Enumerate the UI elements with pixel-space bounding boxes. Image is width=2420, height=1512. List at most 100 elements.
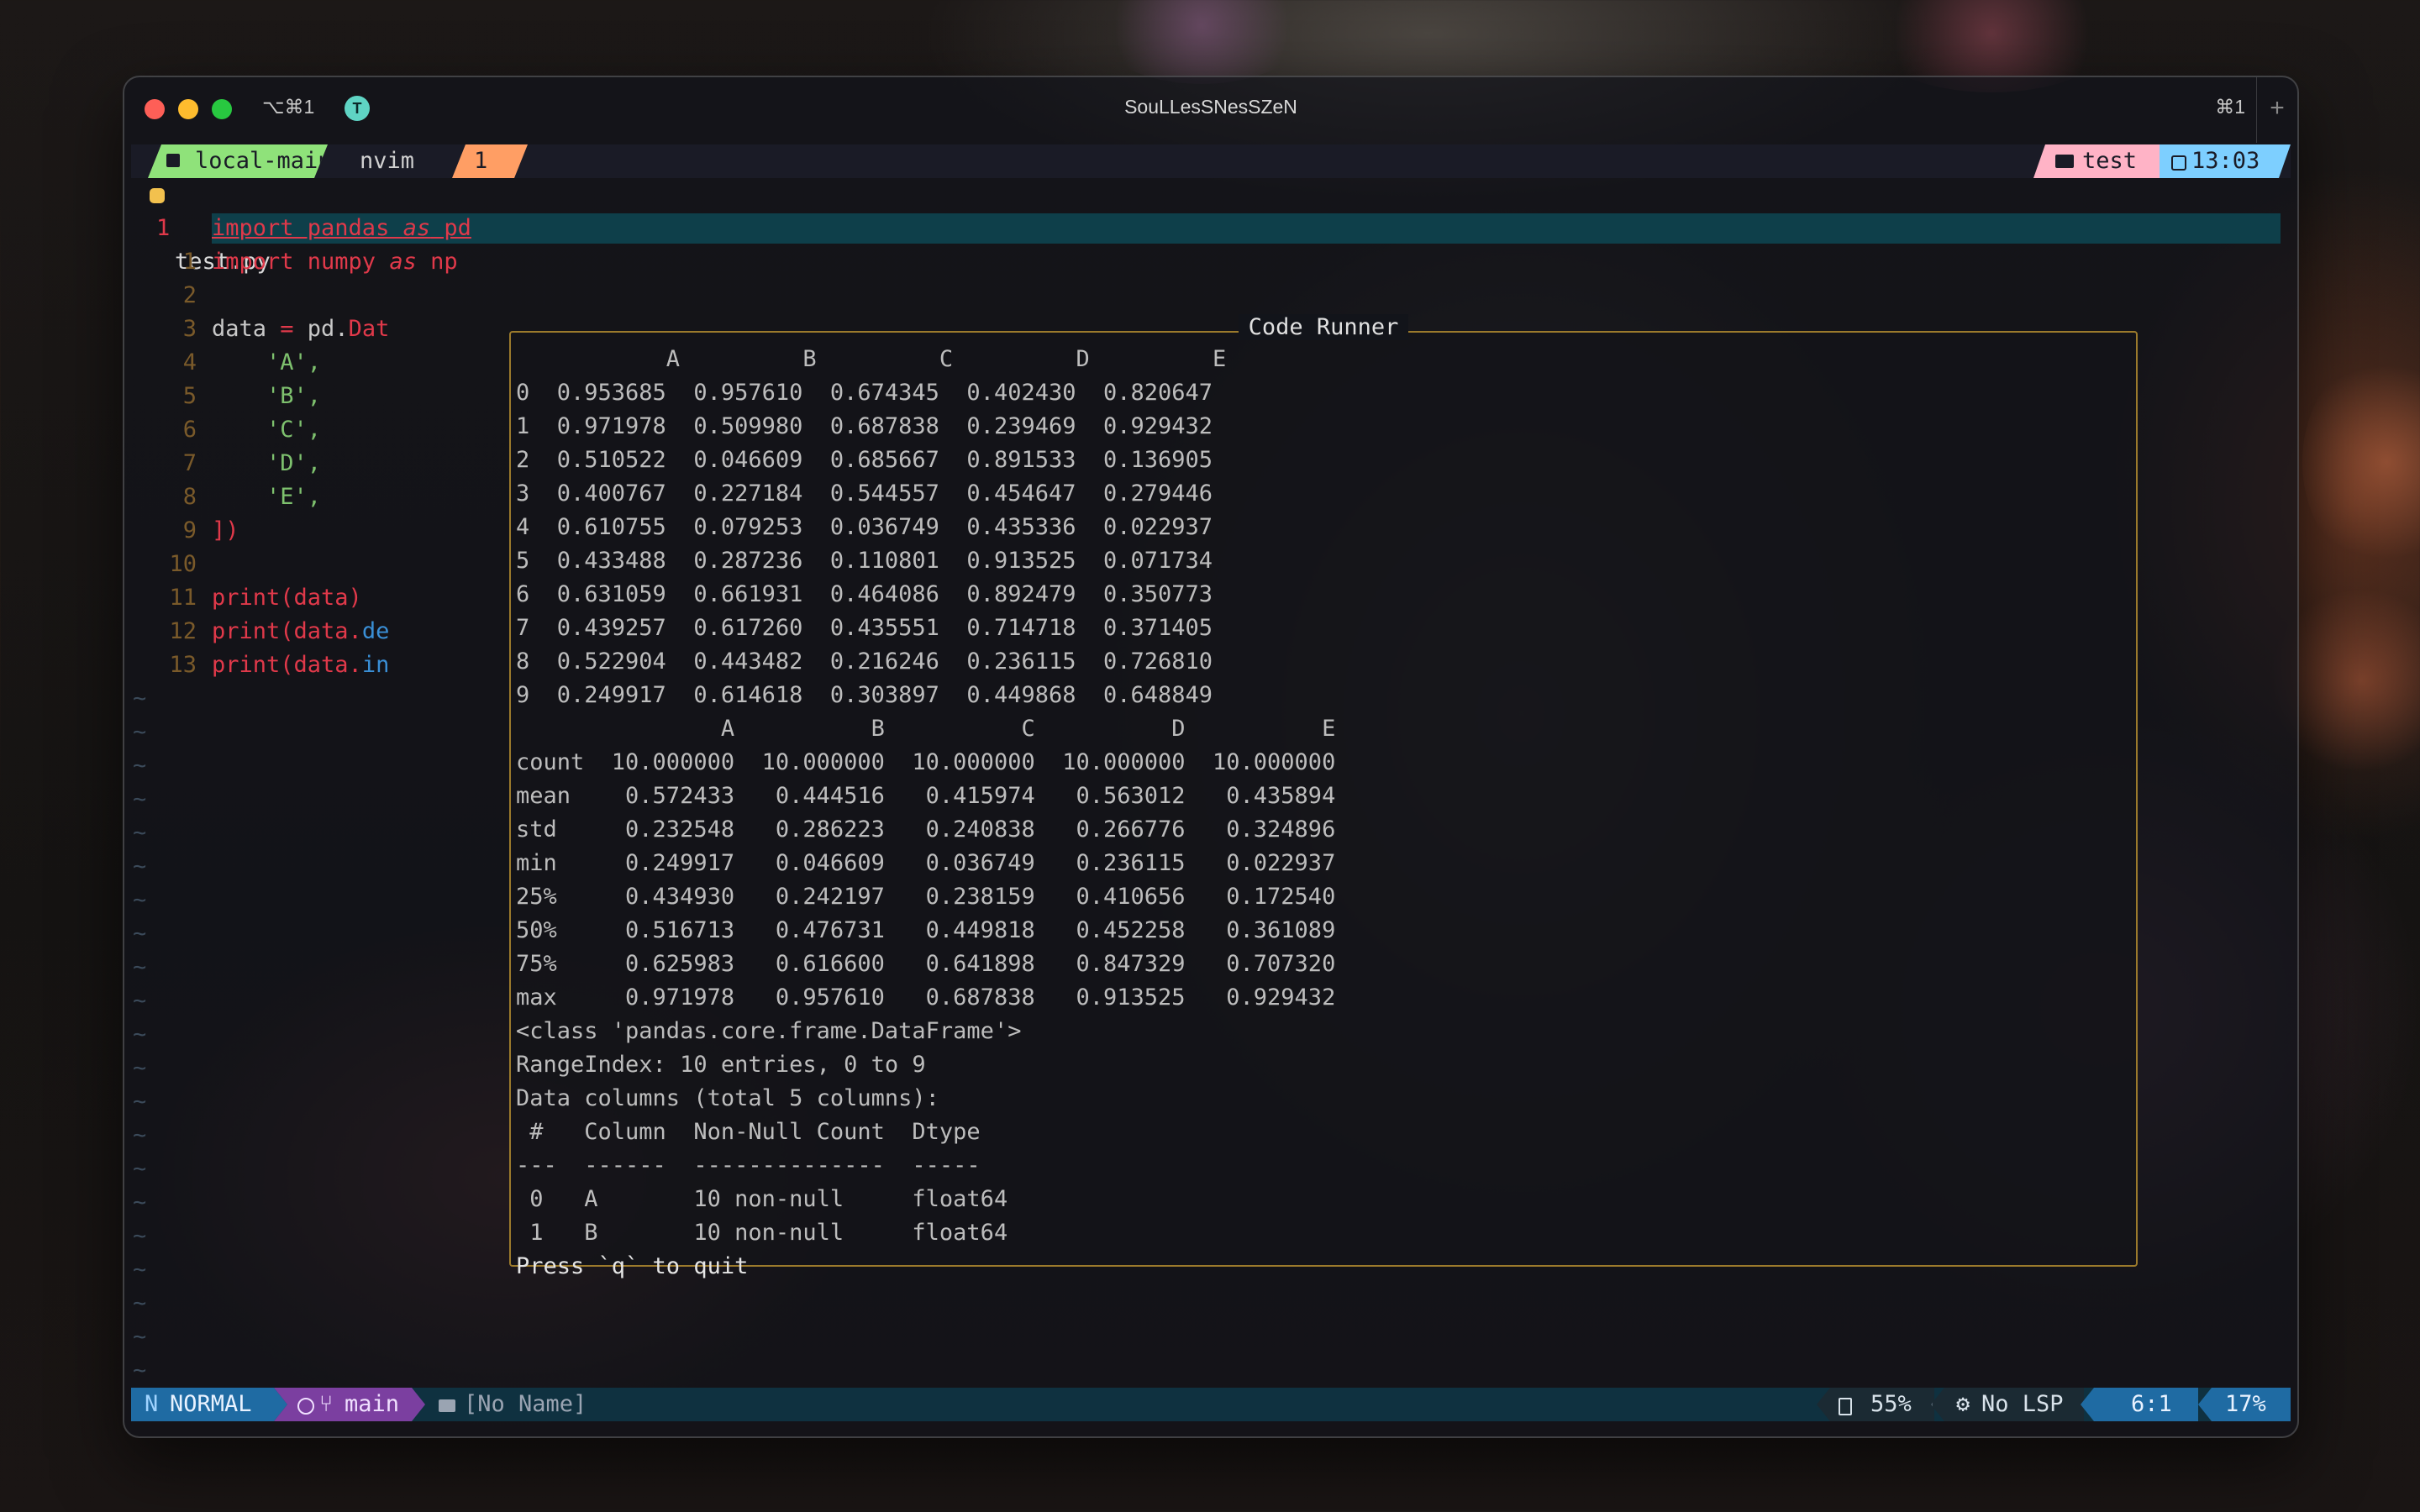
code-text: 'A', — [212, 346, 321, 380]
output-line: Data columns (total 5 columns): — [516, 1085, 939, 1111]
tmux-window-index[interactable]: 1 — [452, 144, 528, 178]
output-line: RangeIndex: 10 entries, 0 to 9 — [516, 1052, 926, 1078]
empty-line-tilde: ~ — [133, 1189, 147, 1215]
code-runner-title-wrap: Code Runner — [511, 314, 2136, 340]
terminal-window: ⌥⌘1 T SouLLesSNesSZeN ⌘1 + local-main nv… — [123, 76, 2299, 1438]
output-line: 9 0.249917 0.614618 0.303897 0.449868 0.… — [516, 682, 1213, 708]
code-token: (data) — [280, 585, 362, 611]
tmux-session-name: local-main — [195, 148, 332, 174]
empty-line-tilde: ~ — [133, 1021, 147, 1047]
empty-line-tilde: ~ — [133, 1223, 147, 1249]
output-line: 75% 0.625983 0.616600 0.641898 0.847329 … — [516, 951, 1336, 977]
line-number: 5 — [182, 383, 197, 409]
line-number: 6 — [182, 417, 197, 443]
code-text: 'C', — [212, 413, 321, 447]
empty-line-tilde: ~ — [133, 1055, 147, 1081]
git-branch-segment[interactable]: ⑂ main — [274, 1388, 425, 1421]
code-text: print(data) — [212, 581, 362, 615]
line-number: 1 — [182, 249, 197, 275]
code-runner-popup[interactable]: Code Runner A B C D E 0 0.953685 0.957610… — [509, 314, 2138, 1279]
code-token: pd. — [293, 316, 349, 342]
code-token: de — [361, 618, 390, 644]
tmux-window-name[interactable]: nvim — [360, 144, 414, 178]
empty-line-tilde: ~ — [133, 853, 147, 879]
code-token: (data. — [280, 618, 362, 644]
output-line: 6 0.631059 0.661931 0.464086 0.892479 0.… — [516, 581, 1213, 607]
code-text: print(data.in — [212, 648, 389, 682]
github-icon — [297, 1398, 314, 1415]
empty-line-tilde: ~ — [133, 685, 147, 711]
line-number: 11 — [169, 585, 197, 611]
output-line: # Column Non-Null Count Dtype — [516, 1119, 1008, 1145]
output-line: 0 A 10 non-null float64 — [516, 1186, 1008, 1212]
window-shortcut-label: ⌘1 — [2215, 96, 2245, 118]
battery-segment: 55% — [1817, 1388, 1934, 1421]
code-token: = — [280, 316, 294, 342]
buffer-segment[interactable]: [No Name] — [439, 1388, 587, 1421]
code-token: as — [402, 215, 431, 241]
code-text: 'E', — [212, 480, 321, 514]
line-number: 4 — [182, 349, 197, 375]
code-token: Dat — [348, 316, 390, 342]
scroll-percent-segment: 17% — [2198, 1388, 2291, 1421]
empty-line-tilde: ~ — [133, 1290, 147, 1316]
line-number: 3 — [182, 316, 197, 342]
battery-icon — [1839, 1398, 1852, 1415]
code-text: 'B', — [212, 380, 321, 413]
output-line: 3 0.400767 0.227184 0.544557 0.454647 0.… — [516, 480, 1213, 507]
output-line: 5 0.433488 0.287236 0.110801 0.913525 0.… — [516, 548, 1213, 574]
folder-icon — [439, 1399, 455, 1412]
tmux-folder-name: test — [2082, 148, 2138, 174]
output-line: 4 0.610755 0.079253 0.036749 0.435336 0.… — [516, 514, 1213, 540]
cursor-position: 6:1 — [2131, 1391, 2172, 1417]
code-token: data — [212, 316, 281, 342]
output-line: A B C D E — [516, 716, 1336, 742]
code-line[interactable]: 2 — [131, 279, 2291, 312]
code-token: 'C', — [212, 417, 322, 443]
empty-line-tilde: ~ — [133, 887, 147, 913]
output-line: 50% 0.516713 0.476731 0.449818 0.452258 … — [516, 917, 1336, 943]
code-text: import numpy as np — [212, 245, 458, 279]
line-number: 2 — [182, 282, 197, 308]
battery-level: 55% — [1870, 1391, 1912, 1417]
code-token: 'B', — [212, 383, 322, 409]
tmux-session-segment[interactable]: local-main — [148, 144, 328, 178]
code-token: print — [212, 652, 281, 678]
line-number: 12 — [169, 618, 197, 644]
empty-line-tilde: ~ — [133, 1357, 147, 1383]
cursorline-highlight — [212, 213, 2281, 244]
new-tab-button[interactable]: + — [2256, 77, 2297, 143]
code-token: print — [212, 618, 281, 644]
output-line: 0 0.953685 0.957610 0.674345 0.402430 0.… — [516, 380, 1213, 406]
output-line: A B C D E — [516, 346, 1227, 372]
code-token: ]) — [212, 517, 239, 543]
output-line: min 0.249917 0.046609 0.036749 0.236115 … — [516, 850, 1336, 876]
tmux-clock-time: 13:03 — [2191, 148, 2260, 174]
output-line: count 10.000000 10.000000 10.000000 10.0… — [516, 749, 1336, 775]
clock-icon — [2171, 155, 2186, 171]
empty-line-tilde: ~ — [133, 753, 147, 779]
code-line[interactable]: 1 import pandas as pd — [131, 212, 2291, 245]
empty-line-tilde: ~ — [133, 1324, 147, 1350]
python-file-icon — [150, 188, 165, 203]
code-token: import numpy — [212, 249, 390, 275]
code-token: 'A', — [212, 349, 322, 375]
gear-icon: ⚙ — [1956, 1391, 1970, 1417]
empty-line-tilde: ~ — [133, 786, 147, 812]
output-line: 2 0.510522 0.046609 0.685667 0.891533 0.… — [516, 447, 1213, 473]
line-number: 13 — [169, 652, 197, 678]
tmux-clock-segment: 13:03 — [2160, 144, 2291, 178]
winbar: test.py — [131, 178, 271, 275]
output-line: --- ------ -------------- ----- — [516, 1152, 1008, 1179]
background-flower — [2302, 353, 2420, 571]
code-token: np — [416, 249, 458, 275]
lsp-status: No LSP — [1981, 1391, 2064, 1417]
code-line[interactable]: 1 import numpy as np — [131, 245, 2291, 279]
title-bar: ⌥⌘1 T SouLLesSNesSZeN ⌘1 + — [124, 77, 2297, 143]
empty-line-tilde: ~ — [133, 1257, 147, 1283]
line-number: 8 — [182, 484, 197, 510]
cursor-position-segment: 6:1 — [2081, 1388, 2198, 1421]
code-text: 'D', — [212, 447, 321, 480]
tmux-folder-segment: test — [2033, 144, 2160, 178]
output-line: 1 0.971978 0.509980 0.687838 0.239469 0.… — [516, 413, 1213, 439]
